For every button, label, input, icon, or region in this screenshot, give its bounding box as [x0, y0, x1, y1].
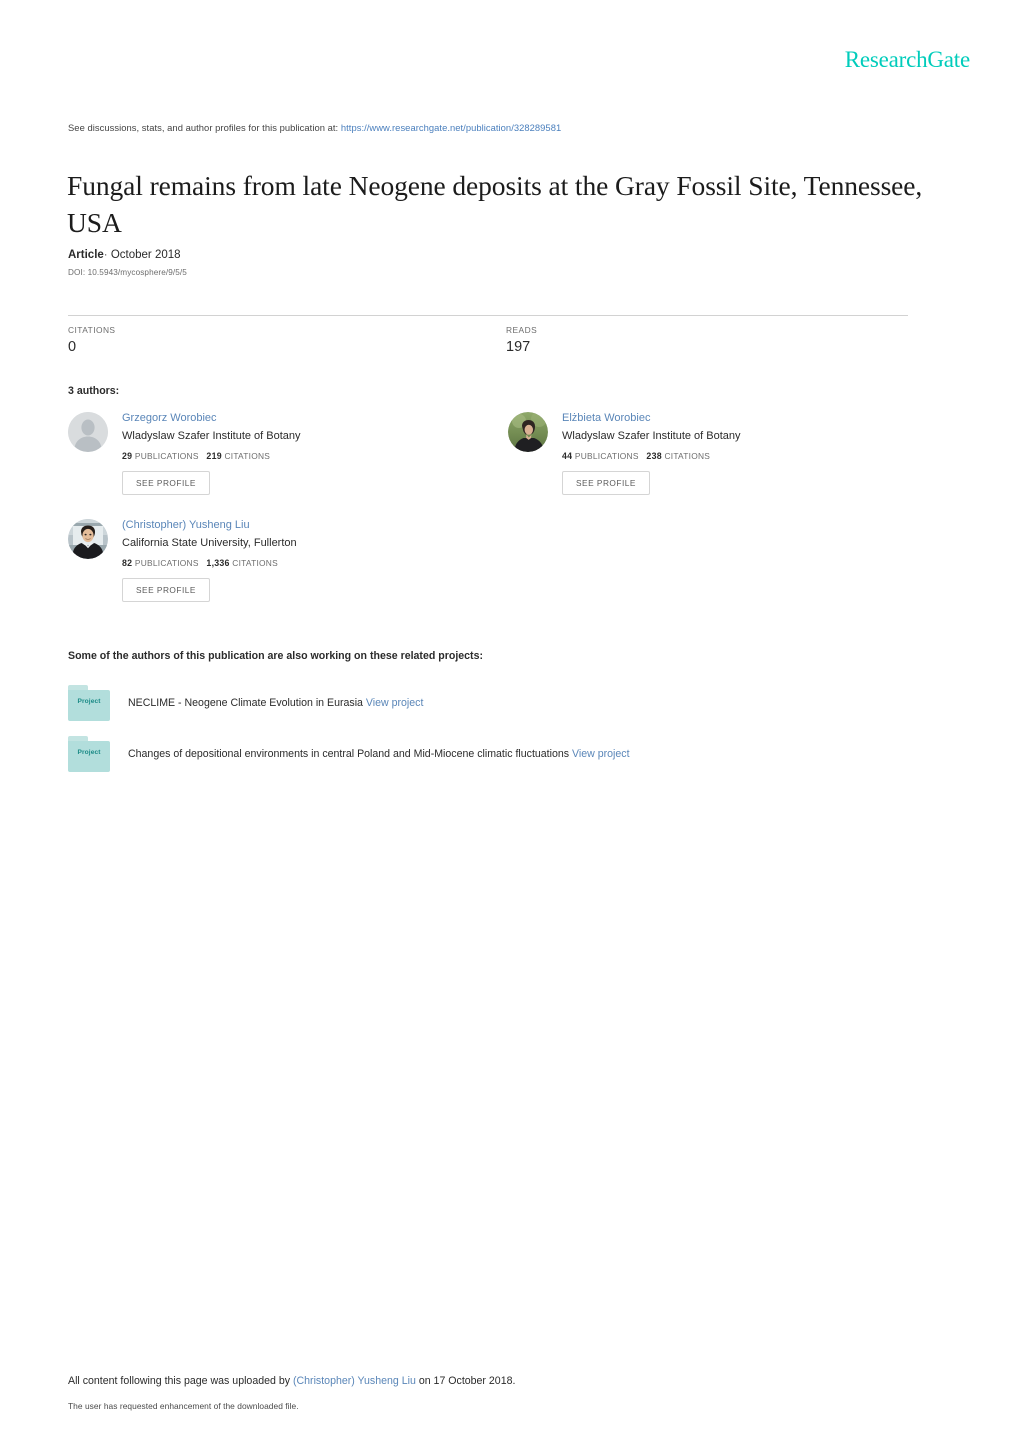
author-publications-count: 44	[562, 450, 573, 461]
author-stats: 44 PUBLICATIONS 238 CITATIONS	[562, 451, 741, 461]
authors-heading: 3 authors:	[68, 385, 120, 397]
author-row: (Christopher) Yusheng Liu California Sta…	[68, 517, 918, 602]
folder-body	[68, 690, 110, 721]
enhancement-note: The user has requested enhancement of th…	[68, 1401, 299, 1411]
project-text: Changes of depositional environments in …	[128, 747, 630, 762]
avatar-photo-man	[68, 518, 108, 559]
author-citations-label: CITATIONS	[232, 557, 278, 568]
author-card-grzegorz-worobiec: Grzegorz Worobiec Wladyslaw Szafer Insti…	[68, 410, 508, 495]
see-profile-button[interactable]: SEE PROFILE	[562, 470, 650, 495]
reads-label: READS	[506, 325, 538, 335]
author-citations-count: 1,336	[206, 557, 230, 568]
reads-stat: READS 197	[506, 315, 908, 355]
author-row: Grzegorz Worobiec Wladyslaw Szafer Insti…	[68, 410, 918, 495]
project-row: Project Changes of depositional environm…	[68, 735, 948, 773]
author-publications-label: PUBLICATIONS	[574, 450, 639, 461]
stats-row: CITATIONS 0 READS 197	[68, 315, 908, 355]
author-citations-count: 238	[646, 450, 662, 461]
article-meta: Article· October 2018	[68, 249, 181, 261]
project-row: Project NECLIME - Neogene Climate Evolut…	[68, 684, 948, 722]
researchgate-logo-container: ResearchGate	[845, 48, 971, 71]
author-citations-label: CITATIONS	[664, 450, 711, 461]
author-publications-count: 82	[122, 557, 133, 568]
view-project-link[interactable]: View project	[572, 748, 630, 760]
page-title: Fungal remains from late Neogene deposit…	[67, 170, 923, 238]
project-text: NECLIME - Neogene Climate Evolution in E…	[128, 696, 423, 711]
upload-attribution-line: All content following this page was uplo…	[68, 1375, 948, 1387]
projects-heading: Some of the authors of this publication …	[68, 650, 483, 662]
author-stats: 29 PUBLICATIONS 219 CITATIONS	[122, 451, 301, 461]
author-name-link[interactable]: Elżbieta Worobiec	[562, 411, 741, 427]
article-type-label: Article	[68, 249, 104, 261]
discussions-prefix: See discussions, stats, and author profi…	[68, 122, 339, 133]
author-info: (Christopher) Yusheng Liu California Sta…	[122, 517, 297, 602]
author-citations-count: 219	[206, 450, 222, 461]
author-info: Grzegorz Worobiec Wladyslaw Szafer Insti…	[122, 410, 301, 495]
folder-body	[68, 741, 110, 772]
author-affiliation: Wladyslaw Szafer Institute of Botany	[562, 429, 741, 442]
author-card-christopher-yusheng-liu: (Christopher) Yusheng Liu California Sta…	[68, 517, 508, 602]
author-name-link[interactable]: (Christopher) Yusheng Liu	[122, 518, 297, 534]
project-title: NECLIME - Neogene Climate Evolution in E…	[128, 696, 363, 709]
article-meta-separator: ·	[103, 249, 108, 261]
author-publications-label: PUBLICATIONS	[134, 450, 199, 461]
citations-label: CITATIONS	[68, 325, 116, 335]
reads-value: 197	[506, 339, 531, 355]
author-publications-label: PUBLICATIONS	[134, 557, 199, 568]
author-stats: 82 PUBLICATIONS 1,336 CITATIONS	[122, 558, 297, 568]
author-publications-count: 29	[122, 450, 133, 461]
project-title: Changes of depositional environments in …	[128, 747, 570, 760]
researchgate-logo[interactable]: ResearchGate	[845, 48, 971, 71]
project-folder-icon: Project	[68, 736, 110, 772]
researchgate-publication-page: ResearchGate See discussions, stats, and…	[0, 0, 1020, 1441]
citations-stat: CITATIONS 0	[68, 315, 506, 355]
footer: All content following this page was uplo…	[68, 1375, 948, 1411]
upload-prefix: All content following this page was uplo…	[68, 1375, 291, 1387]
authors-grid: Grzegorz Worobiec Wladyslaw Szafer Insti…	[68, 410, 918, 602]
avatar-photo-woman	[508, 412, 548, 452]
uploader-link[interactable]: (Christopher) Yusheng Liu	[293, 1375, 416, 1387]
see-profile-button[interactable]: SEE PROFILE	[122, 470, 210, 495]
citations-value: 0	[68, 339, 77, 355]
author-citations-label: CITATIONS	[224, 450, 271, 461]
folder-label: Project	[77, 698, 101, 705]
author-affiliation: California State University, Fullerton	[122, 536, 297, 549]
view-project-link[interactable]: View project	[366, 697, 424, 709]
doi-line: DOI: 10.5943/mycosphere/9/5/5	[68, 268, 187, 277]
upload-suffix: on 17 October 2018.	[418, 1375, 516, 1387]
avatar-placeholder-icon	[68, 412, 108, 452]
see-profile-button[interactable]: SEE PROFILE	[122, 577, 210, 602]
author-affiliation: Wladyslaw Szafer Institute of Botany	[122, 429, 301, 442]
folder-label: Project	[77, 749, 101, 756]
publication-url-link[interactable]: https://www.researchgate.net/publication…	[341, 122, 561, 133]
projects-list: Project NECLIME - Neogene Climate Evolut…	[68, 684, 948, 786]
author-info: Elżbieta Worobiec Wladyslaw Szafer Insti…	[562, 410, 741, 495]
project-folder-icon: Project	[68, 685, 110, 721]
article-date: October 2018	[110, 249, 181, 261]
author-name-link[interactable]: Grzegorz Worobiec	[122, 411, 301, 427]
author-card-elzbieta-worobiec: Elżbieta Worobiec Wladyslaw Szafer Insti…	[508, 410, 918, 495]
discussions-line: See discussions, stats, and author profi…	[68, 122, 561, 133]
